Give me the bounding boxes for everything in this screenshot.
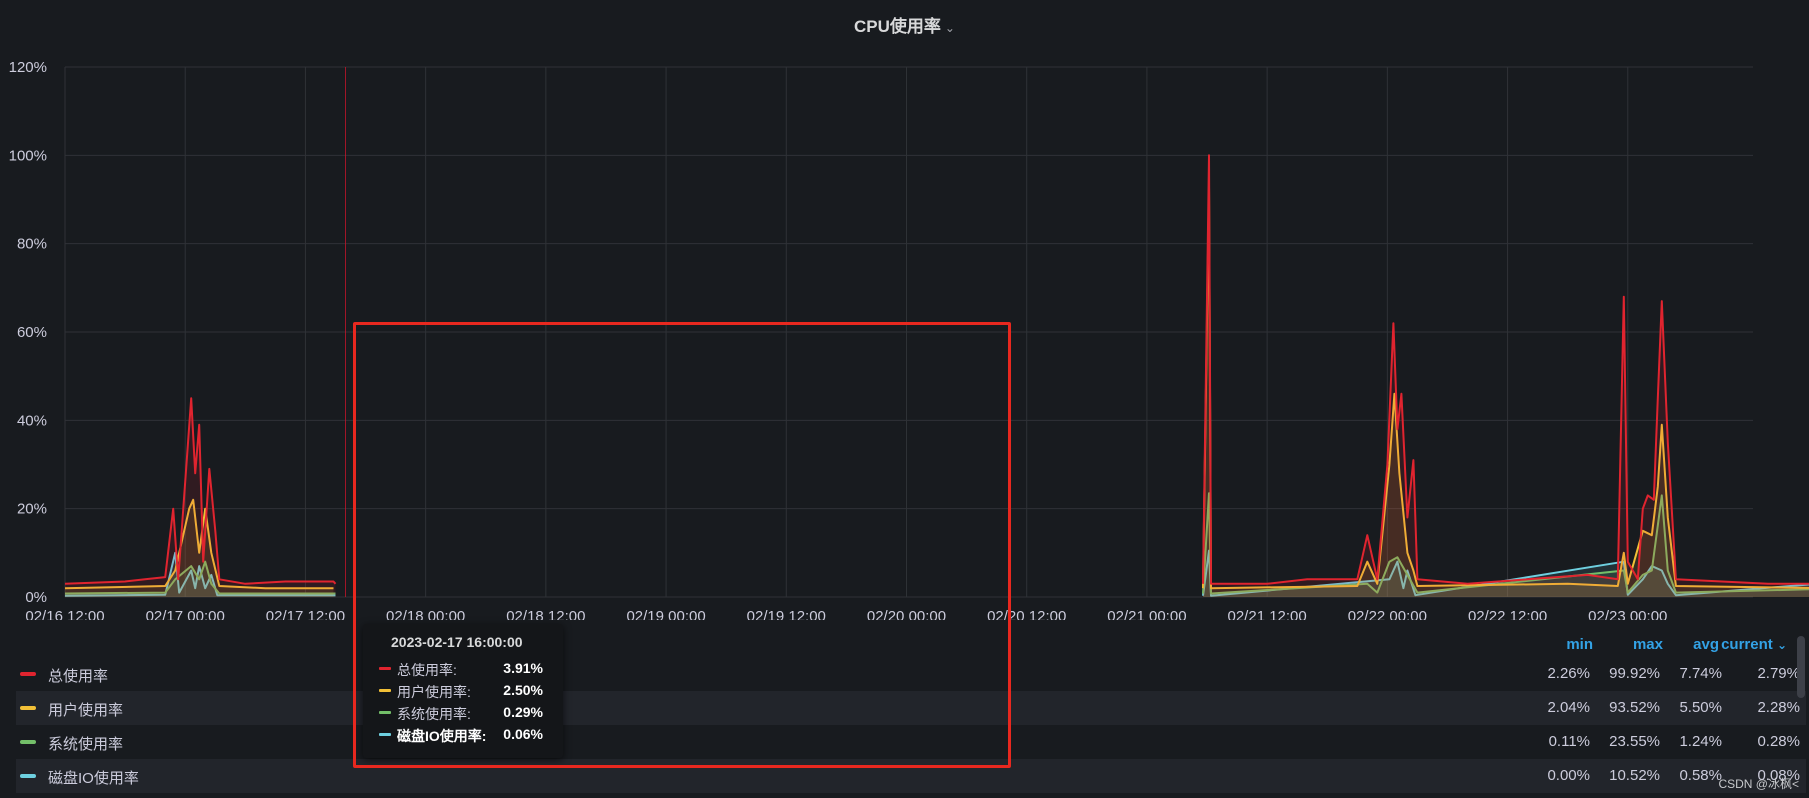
x-tick-label: 02/21 12:00 bbox=[1228, 608, 1307, 620]
legend-avg: 7.74% bbox=[1679, 665, 1722, 682]
series-user-area bbox=[1203, 186, 1809, 597]
tooltip-name: 用户使用率: bbox=[397, 684, 471, 700]
legend-swatch-user bbox=[20, 706, 36, 710]
x-tick-label: 02/22 00:00 bbox=[1348, 608, 1427, 620]
x-tick-label: 02/21 00:00 bbox=[1107, 608, 1186, 620]
tooltip-row-io: 磁盘IO使用率: 0.06% bbox=[379, 724, 559, 744]
tooltip-value: 2.50% bbox=[503, 682, 543, 698]
tooltip-swatch bbox=[379, 733, 391, 736]
legend-min: 2.04% bbox=[1547, 699, 1590, 716]
legend-avg: 5.50% bbox=[1679, 699, 1722, 716]
legend-row-system[interactable]: 系统使用率 0.11% 23.55% 1.24% 0.28% bbox=[16, 725, 1806, 759]
legend-swatch-total bbox=[20, 672, 36, 676]
legend-row-total[interactable]: 总使用率 2.26% 99.92% 7.74% 2.79% bbox=[16, 657, 1806, 691]
x-tick-label: 02/20 12:00 bbox=[987, 608, 1066, 620]
x-tick-label: 02/16 12:00 bbox=[25, 608, 104, 620]
legend-header: min max avg current ⌄ bbox=[0, 636, 1809, 656]
tooltip-value: 0.06% bbox=[503, 726, 543, 742]
legend-scrollbar[interactable] bbox=[1797, 636, 1805, 698]
legend-avg: 1.24% bbox=[1679, 733, 1722, 750]
legend-row-io[interactable]: 磁盘IO使用率 0.00% 10.52% 0.58% 0.08% bbox=[16, 759, 1806, 793]
legend-name: 磁盘IO使用率 bbox=[48, 770, 139, 787]
legend-name: 系统使用率 bbox=[48, 736, 124, 753]
tooltip-row-user: 用户使用率: 2.50% bbox=[379, 680, 559, 700]
x-tick-label: 02/19 00:00 bbox=[626, 608, 705, 620]
tooltip-name: 系统使用率: bbox=[397, 706, 471, 722]
x-tick-label: 02/18 00:00 bbox=[386, 608, 465, 620]
series-user-line bbox=[1202, 185, 1809, 590]
series-total-line bbox=[1202, 154, 1809, 585]
hover-tooltip: 2023-02-17 16:00:00 总使用率: 3.91% 用户使用率: 2… bbox=[363, 624, 563, 758]
legend-min: 2.26% bbox=[1547, 665, 1590, 682]
legend-min: 0.11% bbox=[1548, 733, 1590, 750]
legend-current: 0.28% bbox=[1757, 733, 1800, 750]
series-total-area bbox=[1203, 155, 1809, 597]
tooltip-time: 2023-02-17 16:00:00 bbox=[391, 634, 523, 650]
x-tick-label: 02/23 00:00 bbox=[1588, 608, 1667, 620]
x-tick-label: 02/17 00:00 bbox=[146, 608, 225, 620]
watermark: CSDN @冰枫< bbox=[1718, 777, 1799, 791]
legend-name: 总使用率 bbox=[48, 668, 109, 685]
y-tick-label: 100% bbox=[9, 147, 47, 164]
tooltip-name: 总使用率: bbox=[397, 662, 457, 678]
legend-avg: 0.58% bbox=[1679, 767, 1722, 784]
tooltip-row-system: 系统使用率: 0.29% bbox=[379, 702, 559, 722]
legend-swatch-io bbox=[20, 774, 36, 778]
y-tick-label: 20% bbox=[17, 501, 47, 518]
y-tick-label: 120% bbox=[9, 59, 47, 76]
legend-header-current[interactable]: current ⌄ bbox=[1697, 636, 1787, 653]
tooltip-name: 磁盘IO使用率: bbox=[397, 728, 487, 744]
legend-swatch-system bbox=[20, 740, 36, 744]
legend-min: 0.00% bbox=[1547, 767, 1590, 784]
tooltip-row-total: 总使用率: 3.91% bbox=[379, 658, 559, 678]
tooltip-value: 3.91% bbox=[503, 660, 543, 676]
x-tick-label: 02/18 12:00 bbox=[506, 608, 585, 620]
y-tick-label: 60% bbox=[17, 324, 47, 341]
tooltip-swatch bbox=[379, 711, 391, 714]
legend-current: 2.28% bbox=[1757, 699, 1800, 716]
cpu-panel: CPU使用率 ⌄ 0% 20% 40% 60% 80% 100% 120% 02/16 12:0… bbox=[0, 0, 1809, 798]
y-tick-label: 0% bbox=[25, 589, 47, 606]
y-tick-label: 40% bbox=[17, 412, 47, 429]
tooltip-swatch bbox=[379, 689, 391, 692]
x-tick-label: 02/22 12:00 bbox=[1468, 608, 1547, 620]
legend-name: 用户使用率 bbox=[48, 702, 124, 719]
legend-header-current-label: current bbox=[1721, 636, 1773, 653]
legend-current: 2.79% bbox=[1757, 665, 1800, 682]
tooltip-swatch bbox=[379, 667, 391, 670]
cpu-line-chart[interactable]: 0% 20% 40% 60% 80% 100% 120% 02/16 12:00 02/17 0… bbox=[0, 0, 1809, 620]
y-tick-label: 80% bbox=[17, 236, 47, 253]
tooltip-value: 0.29% bbox=[503, 704, 543, 720]
legend-row-user[interactable]: 用户使用率 2.04% 93.52% 5.50% 2.28% bbox=[16, 691, 1806, 725]
x-tick-label: 02/17 12:00 bbox=[266, 608, 345, 620]
chevron-down-icon: ⌄ bbox=[1776, 638, 1787, 652]
legend-header-min[interactable]: min bbox=[1513, 636, 1593, 653]
x-tick-label: 02/19 12:00 bbox=[747, 608, 826, 620]
x-tick-label: 02/20 00:00 bbox=[867, 608, 946, 620]
